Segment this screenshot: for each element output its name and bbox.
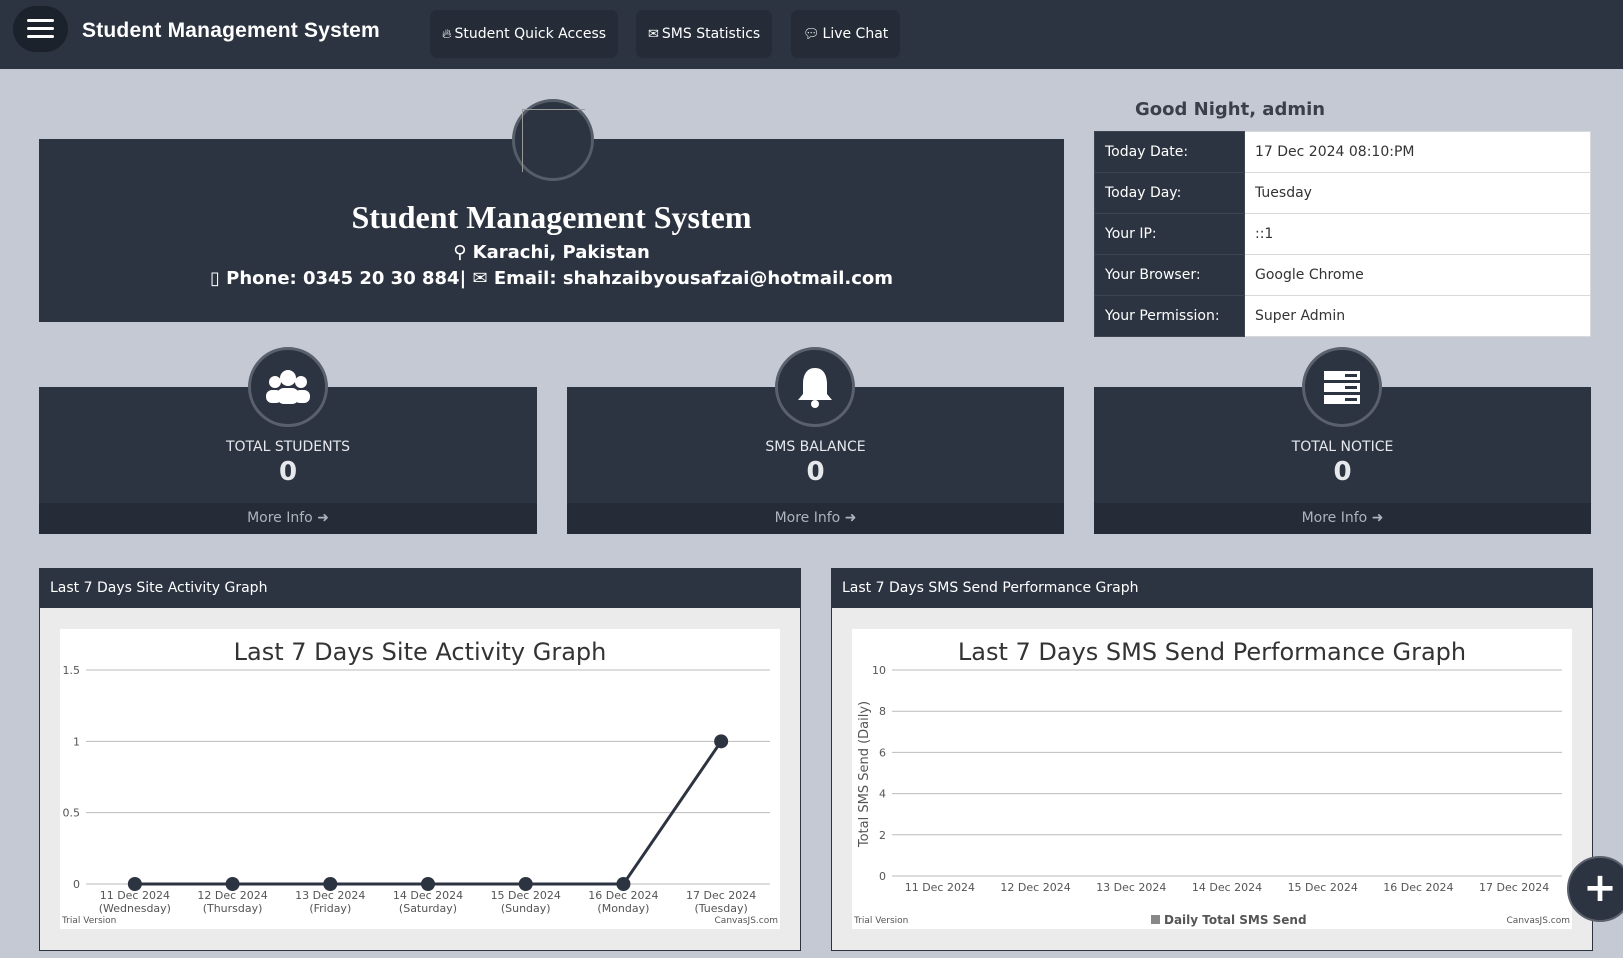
x-tick-sublabel: (Wednesday)	[99, 902, 171, 915]
server-icon-graphic	[1324, 371, 1360, 404]
x-tick-label: 17 Dec 2024	[1479, 881, 1549, 894]
phone-text: Phone: 0345 20 30 884|	[226, 268, 467, 289]
card-label: SMS BALANCE	[765, 439, 866, 455]
row-label: Your Permission:	[1094, 295, 1245, 337]
table-row: Today Date: 17 Dec 2024 08:10:PM	[1094, 131, 1591, 173]
card-label: TOTAL STUDENTS	[225, 439, 351, 455]
trial-version-label: Trial Version	[61, 916, 116, 926]
trial-version-label: Trial Version	[853, 916, 908, 926]
x-tick-sublabel: (Monday)	[597, 902, 649, 915]
x-tick-label: 16 Dec 2024	[1383, 881, 1453, 894]
y-axis-label: Total SMS Send (Daily)	[857, 701, 872, 848]
data-point	[616, 877, 631, 891]
data-point	[421, 877, 435, 891]
y-tick-label: 4	[879, 788, 886, 801]
table-row: Your Permission: Super Admin	[1094, 295, 1591, 337]
row-label: Today Date:	[1094, 131, 1245, 173]
location-text: Karachi, Pakistan	[472, 242, 650, 263]
bell-icon	[775, 347, 855, 427]
mobile-icon: ▯	[209, 268, 220, 289]
y-tick-label: 1	[73, 735, 80, 748]
sms-performance-chart: Last 7 Days SMS Send Performance Graph T…	[852, 629, 1572, 929]
banner-contact: ▯ Phone: 0345 20 30 884| ✉ Email: shahza…	[39, 268, 1064, 289]
data-point	[714, 734, 729, 749]
legend-swatch	[1151, 915, 1160, 924]
email-text: Email: shahzaibyousafzai@hotmail.com	[493, 268, 894, 289]
session-info-table: Today Date: 17 Dec 2024 08:10:PM Today Da…	[1094, 131, 1591, 337]
site-activity-graph-panel: Last 7 Days Site Activity Graph Last 7 D…	[39, 568, 801, 951]
row-value: Google Chrome	[1244, 254, 1591, 296]
row-label: Your Browser:	[1094, 254, 1245, 296]
envelope-icon: ✉	[472, 268, 488, 289]
data-point	[225, 877, 240, 891]
x-tick-label: 14 Dec 2024	[1192, 881, 1262, 894]
more-info-link[interactable]: More Info ➜	[39, 503, 537, 534]
greeting: Good Night, admin	[1135, 99, 1326, 120]
y-tick-label: 8	[879, 705, 886, 718]
card-count: 0	[278, 457, 298, 487]
graph-header: Last 7 Days SMS Send Performance Graph	[832, 569, 1592, 608]
plus-icon: +	[1583, 865, 1617, 911]
y-tick-label: 10	[872, 664, 886, 677]
x-tick-sublabel: (Friday)	[309, 902, 351, 915]
y-tick-label: 0.5	[63, 807, 81, 820]
map-marker-icon: ⚲	[453, 242, 467, 263]
row-value: 17 Dec 2024 08:10:PM	[1244, 131, 1591, 173]
banner-title: Student Management System	[351, 199, 752, 235]
users-icon-graphic	[266, 370, 310, 404]
x-tick-sublabel: (Saturday)	[399, 902, 457, 915]
row-value: Super Admin	[1244, 295, 1591, 337]
legend-label: Daily Total SMS Send	[1164, 913, 1307, 927]
y-tick-label: 1.5	[63, 664, 81, 677]
chart-title: Last 7 Days SMS Send Performance Graph	[958, 638, 1466, 666]
x-tick-label: 15 Dec 2024	[1288, 881, 1358, 894]
card-count: 0	[806, 457, 825, 487]
table-row: Today Day: Tuesday	[1094, 172, 1591, 214]
canvasjs-credit: CanvasJS.com	[1507, 916, 1570, 926]
x-tick-label: 17 Dec 2024	[686, 889, 756, 902]
bell-icon-graphic	[798, 368, 832, 408]
server-icon	[1302, 347, 1382, 427]
x-tick-label: 13 Dec 2024	[1096, 881, 1166, 894]
row-value: ::1	[1244, 213, 1591, 255]
banner-text: Student Management System ⚲ Karachi, Pak…	[39, 0, 1064, 330]
more-info-link[interactable]: More Info ➜	[1094, 503, 1591, 534]
more-info-label: More Info	[1301, 510, 1368, 526]
canvasjs-credit: CanvasJS.com	[715, 916, 778, 926]
x-tick-sublabel: (Sunday)	[501, 902, 551, 915]
arrow-circle-icon: ➜	[1371, 510, 1384, 526]
data-point	[127, 877, 142, 891]
row-value: Tuesday	[1244, 172, 1591, 214]
y-tick-label: 0	[879, 870, 886, 883]
sms-performance-graph-panel: Last 7 Days SMS Send Performance Graph L…	[831, 568, 1593, 951]
more-info-label: More Info	[774, 510, 841, 526]
chart-title: Last 7 Days Site Activity Graph	[234, 638, 607, 666]
y-tick-label: 6	[879, 746, 886, 759]
y-tick-label: 0	[73, 878, 80, 891]
row-label: Your IP:	[1094, 213, 1245, 255]
arrow-circle-icon: ➜	[844, 510, 857, 526]
more-info-label: More Info	[247, 510, 313, 526]
x-tick-label: 11 Dec 2024	[905, 881, 975, 894]
graph-header: Last 7 Days Site Activity Graph	[40, 569, 800, 608]
banner-location: ⚲ Karachi, Pakistan	[39, 242, 1064, 263]
site-activity-chart: Last 7 Days Site Activity Graph Trial Ve…	[60, 629, 780, 929]
x-tick-sublabel: (Tuesday)	[694, 902, 747, 915]
x-tick-label: 12 Dec 2024	[1000, 881, 1070, 894]
card-count: 0	[1333, 457, 1352, 487]
card-label: TOTAL NOTICE	[1291, 439, 1394, 455]
row-label: Today Day:	[1094, 172, 1245, 214]
y-tick-label: 2	[879, 829, 886, 842]
users-icon	[248, 347, 328, 427]
arrow-circle-icon: ➜	[317, 510, 329, 526]
table-row: Your Browser: Google Chrome	[1094, 254, 1591, 296]
data-point	[518, 877, 533, 891]
data-point	[323, 877, 338, 891]
more-info-link[interactable]: More Info ➜	[567, 503, 1064, 534]
x-tick-sublabel: (Thursday)	[203, 902, 263, 915]
table-row: Your IP:::1	[1094, 213, 1591, 255]
